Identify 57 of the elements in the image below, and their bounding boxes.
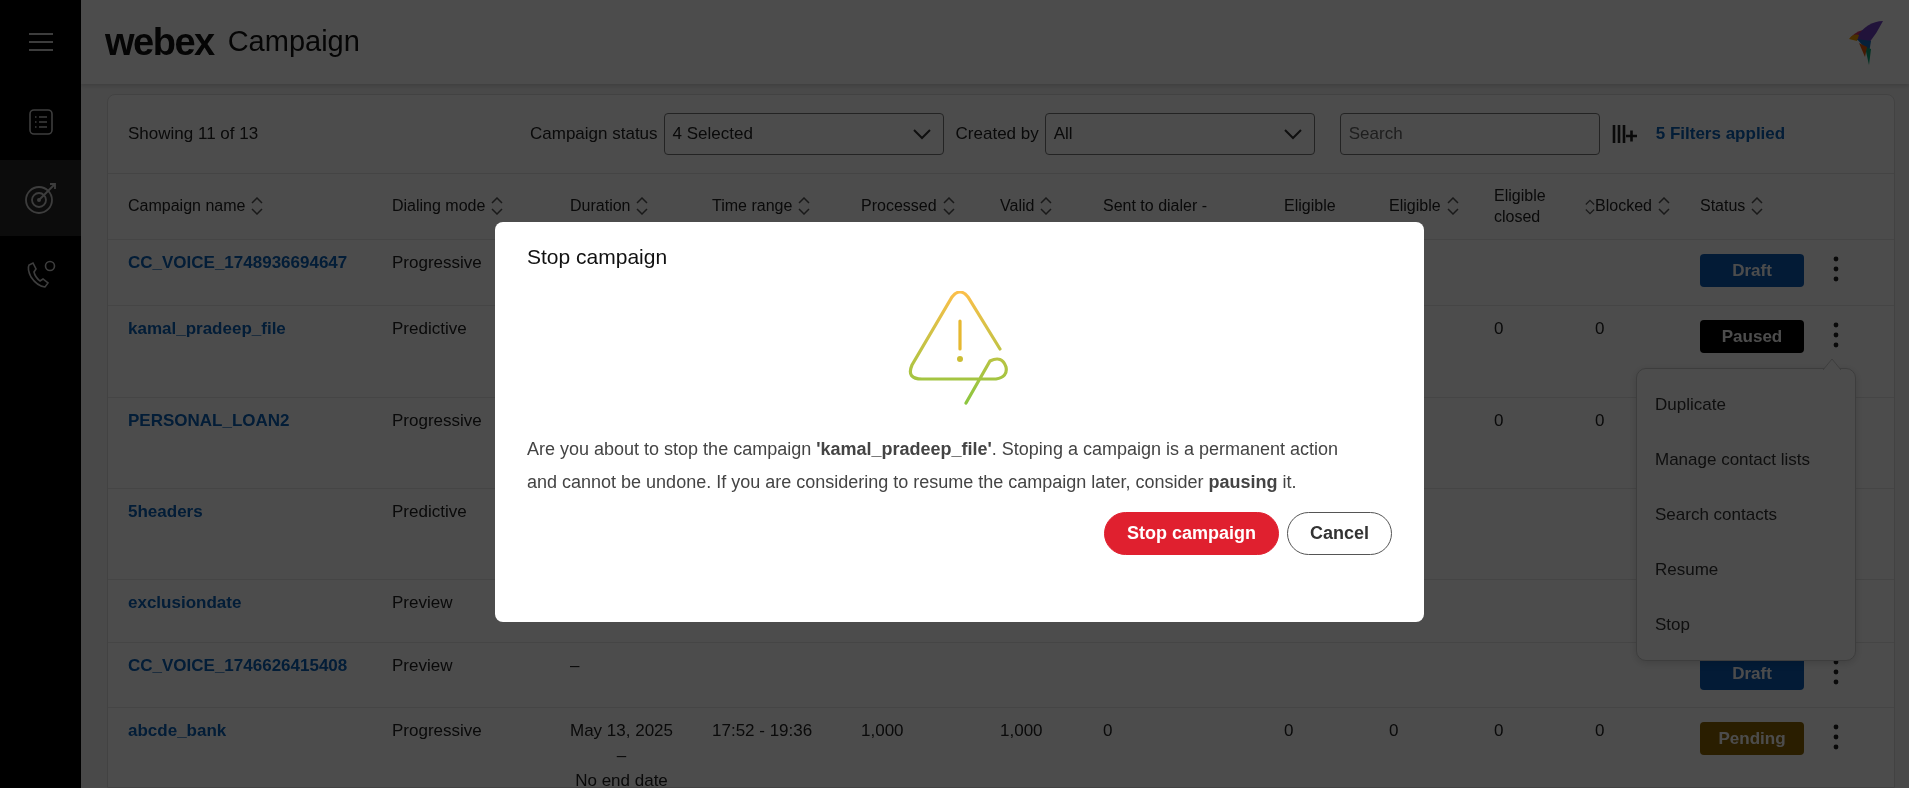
table-cell: Preview <box>392 656 453 675</box>
table-cell-text: – <box>615 745 628 767</box>
result-count: Showing 11 of 13 <box>128 123 260 146</box>
table-cell-text: May 13, 2025 <box>570 720 673 742</box>
stop-campaign-button[interactable]: Stop campaign <box>1103 512 1279 556</box>
filter-label: Campaign status <box>530 123 658 146</box>
table-cell: 0 <box>1103 721 1113 740</box>
menu-item[interactable]: Stop <box>1637 597 1855 652</box>
column-header: Duration <box>570 196 631 217</box>
column-header: Campaign name <box>128 196 246 217</box>
column-header: Blocked <box>1595 196 1652 217</box>
table-cell: Progressive <box>392 411 482 430</box>
campaign-name-link[interactable]: exclusiondate <box>128 590 242 616</box>
cancel-button[interactable]: Cancel <box>1286 512 1392 556</box>
table-cell-text: No end date <box>574 770 669 788</box>
table-cell: 0 <box>1595 411 1605 430</box>
logo: webex <box>105 23 214 61</box>
column-header: Time range <box>712 196 793 217</box>
page-title: Campaign <box>227 24 360 60</box>
table-cell: 0 <box>1494 721 1504 740</box>
table-cell: 0 <box>1389 721 1399 740</box>
column-header: Status <box>1700 196 1746 217</box>
table-cell: 0 <box>1494 411 1504 430</box>
table-cell: Preview <box>392 593 453 612</box>
column-header: Valid <box>1000 196 1035 217</box>
table-cell: Predictive <box>392 502 467 521</box>
menu-item[interactable]: Search contacts <box>1637 487 1855 542</box>
column-header: Dialing mode <box>392 196 486 217</box>
dialog-title: Stop campaign <box>527 244 669 270</box>
table-cell: 0 <box>1595 319 1605 338</box>
column-header: Eligible closed <box>1494 185 1547 227</box>
campaign-name-link[interactable]: abcde_bank <box>128 718 227 744</box>
campaign-name-link[interactable]: CC_VOICE_1748936694647 <box>128 250 348 276</box>
table-cell: 17:52 - 19:36 <box>712 721 813 740</box>
table-cell: Progressive <box>392 253 482 272</box>
table-cell: 0 <box>1595 721 1605 740</box>
dialog-message: Are you about to stop the campaign 'kamal_pradeep_file'. Stoping a campaign is a permanent action and cannot be undone. If you are considering to resume the campaign later, consider pausing it. <box>527 438 1340 495</box>
table-cell-text: – <box>570 655 580 677</box>
table-cell: 1,000 <box>1000 721 1043 740</box>
menu-item[interactable]: Duplicate <box>1637 377 1855 432</box>
campaign-name-link[interactable]: PERSONAL_LOAN2 <box>128 408 290 434</box>
filters-applied-link[interactable]: 5 Filters applied <box>1655 121 1786 147</box>
menu-item[interactable]: Resume <box>1637 542 1855 597</box>
table-cell: Predictive <box>392 319 467 338</box>
column-header: Processed <box>861 196 937 217</box>
table-cell: 1,000 <box>861 721 904 740</box>
column-header: Sent to dialer - <box>1103 196 1208 217</box>
table-cell: 0 <box>1494 319 1504 338</box>
table-cell: Progressive <box>392 721 482 740</box>
campaign-name-link[interactable]: 5headers <box>128 499 203 525</box>
column-header: Eligible <box>1284 196 1336 217</box>
filter-label: Created by <box>955 123 1039 146</box>
campaign-name-link[interactable]: CC_VOICE_1746626415408 <box>128 653 348 679</box>
table-cell: 0 <box>1284 721 1294 740</box>
menu-item[interactable]: Manage contact lists <box>1637 432 1855 487</box>
campaign-name-link[interactable]: kamal_pradeep_file <box>128 316 286 342</box>
column-header: Eligible <box>1389 196 1441 217</box>
